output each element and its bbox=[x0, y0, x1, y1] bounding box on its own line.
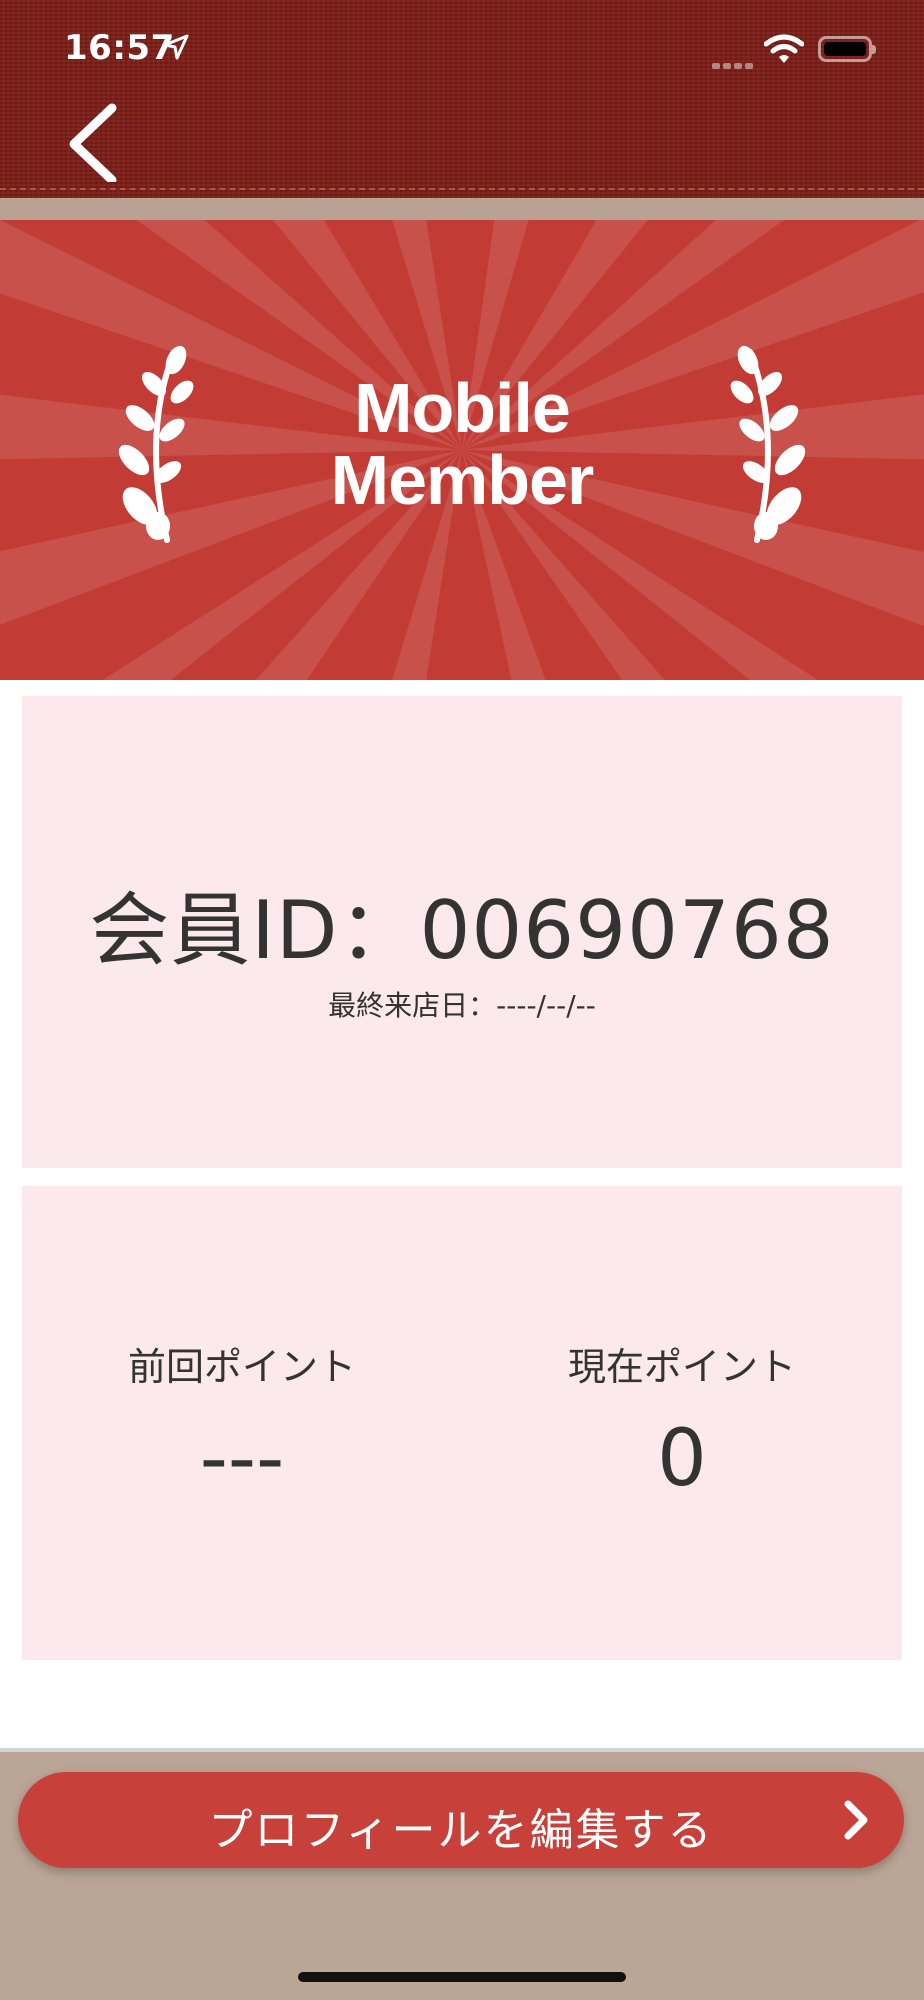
points-card: 前回ポイント --- 現在ポイント 0 bbox=[22, 1186, 902, 1660]
back-button[interactable] bbox=[60, 102, 130, 182]
home-indicator[interactable] bbox=[298, 1972, 626, 1982]
mobile-member-banner: Mobile Member bbox=[0, 220, 924, 680]
member-id: 会員ID：00690768 bbox=[89, 884, 835, 977]
last-visit-date: 最終来店日：----/--/-- bbox=[328, 989, 596, 1022]
location-arrow-icon bbox=[163, 34, 189, 60]
app-header: 16:57 bbox=[0, 0, 924, 200]
header-divider bbox=[0, 198, 924, 220]
chevron-right-icon bbox=[844, 1800, 868, 1840]
battery-icon bbox=[818, 36, 876, 62]
edit-profile-button[interactable]: プロフィールを編集する bbox=[18, 1772, 904, 1868]
edit-profile-label: プロフィールを編集する bbox=[208, 1805, 714, 1856]
wifi-icon bbox=[764, 34, 804, 63]
previous-points-label: 前回ポイント bbox=[127, 1345, 356, 1389]
status-time: 16:57 bbox=[64, 28, 175, 68]
banner-title-line1: Mobile bbox=[354, 369, 571, 447]
current-points-value: 0 bbox=[657, 1414, 707, 1504]
member-id-card: 会員ID：00690768 最終来店日：----/--/-- bbox=[22, 696, 902, 1168]
current-points-label: 現在ポイント bbox=[567, 1345, 796, 1389]
banner-title-line2: Member bbox=[330, 441, 594, 519]
cellular-signal-icon bbox=[712, 54, 756, 73]
previous-points-value: --- bbox=[199, 1414, 285, 1504]
